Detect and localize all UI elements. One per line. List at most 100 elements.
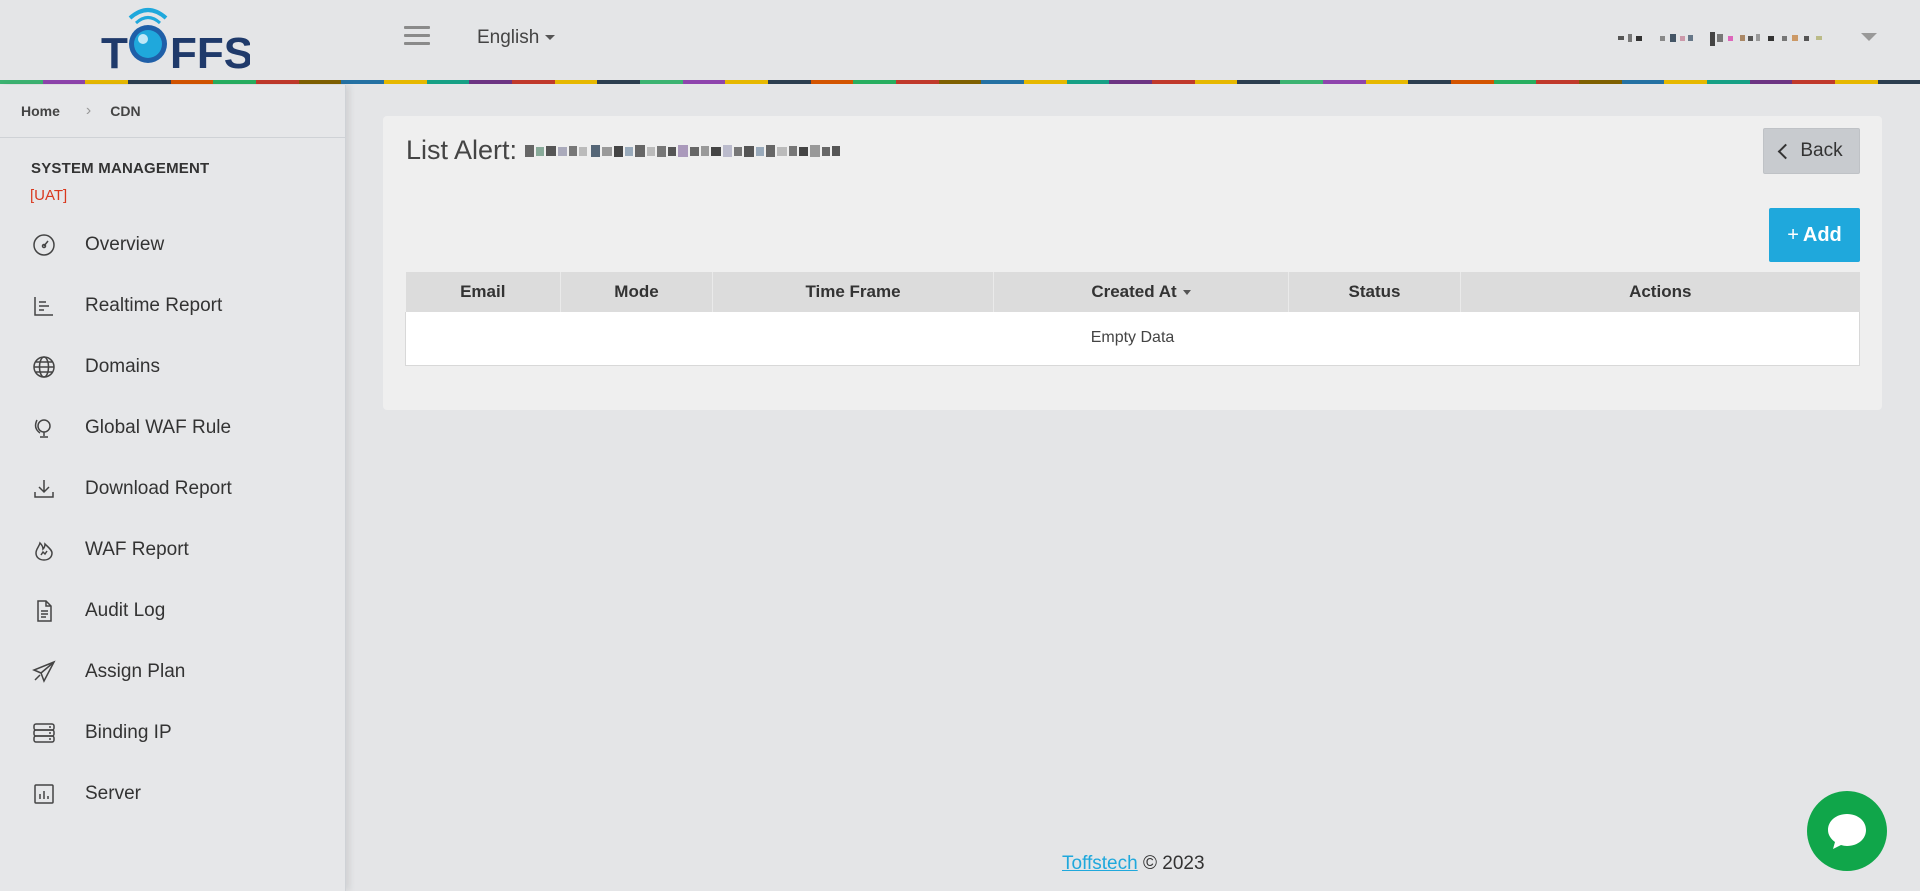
svg-text:FFS: FFS: [170, 29, 250, 74]
rainbow-segment: [896, 80, 939, 84]
rainbow-segment: [1194, 80, 1238, 84]
rainbow-segment: [1664, 80, 1707, 84]
globe-stand-icon: [31, 415, 57, 441]
download-icon: [31, 476, 57, 502]
empty-data-message: Empty Data: [405, 312, 1860, 366]
add-alert-button[interactable]: + Add: [1769, 208, 1860, 262]
sidebar-item-label: Server: [85, 782, 141, 804]
paper-plane-icon: [31, 659, 57, 685]
rainbow-segment: [1578, 80, 1622, 84]
sidebar-item-global-waf-rule[interactable]: Global WAF Rule: [0, 397, 345, 458]
chevron-left-icon: [1778, 143, 1794, 159]
fire-icon: [31, 537, 57, 563]
sidebar-item-realtime-report[interactable]: Realtime Report: [0, 275, 345, 336]
env-badge: [UAT]: [30, 187, 68, 204]
rainbow-segment: [85, 80, 129, 84]
breadcrumb-home[interactable]: Home: [21, 103, 60, 119]
redacted-domain: [525, 144, 841, 157]
chat-bubble-icon: [1828, 814, 1866, 849]
sidebar-item-label: Audit Log: [85, 599, 166, 621]
rainbow-segment: [1834, 80, 1878, 84]
page-title-text: List Alert:: [406, 135, 518, 165]
footer-link-toffstech[interactable]: Toffstech: [1062, 853, 1138, 874]
rainbow-segment: [1749, 80, 1793, 84]
dashboard-gauge-icon: [31, 232, 57, 258]
rainbow-segment: [938, 80, 982, 84]
rainbow-segment: [1152, 80, 1195, 84]
rainbow-segment: [640, 80, 683, 84]
toffs-logo[interactable]: T FFS: [100, 4, 250, 74]
sidebar-item-audit-log[interactable]: Audit Log: [0, 580, 345, 641]
rainbow-segment: [597, 80, 641, 84]
table-row: Empty Data: [405, 312, 1860, 366]
column-header-actions: Actions: [1460, 272, 1860, 312]
svg-text:T: T: [101, 29, 128, 74]
rainbow-segment: [1024, 80, 1067, 84]
breadcrumb-current: CDN: [110, 103, 141, 119]
rainbow-segment: [341, 80, 385, 84]
table-header-row: Email Mode Time Frame Created At Status …: [405, 272, 1860, 312]
user-name-redacted[interactable]: [1618, 30, 1838, 46]
column-header-status[interactable]: Status: [1288, 272, 1461, 312]
sidebar-item-label: Download Report: [85, 477, 232, 499]
rainbow-segment: [1877, 80, 1920, 84]
sidebar-item-label: Binding IP: [85, 721, 172, 743]
menu-toggle-icon[interactable]: [404, 26, 430, 50]
sidebar-item-assign-plan[interactable]: Assign Plan: [0, 641, 345, 702]
breadcrumb: Home › CDN: [0, 85, 345, 138]
sidebar-item-label: Realtime Report: [85, 294, 223, 316]
sidebar-item-waf-report[interactable]: WAF Report: [0, 519, 345, 580]
top-header: T FFS English: [0, 0, 1920, 84]
chat-button[interactable]: [1807, 791, 1887, 871]
rainbow-segment: [1450, 80, 1494, 84]
stats-chart-icon: [31, 781, 57, 807]
rainbow-segment: [1706, 80, 1750, 84]
rainbow-segment: [1493, 80, 1537, 84]
rainbow-segment: [1365, 80, 1409, 84]
user-menu-chevron-icon[interactable]: [1861, 33, 1877, 41]
language-dropdown[interactable]: English: [477, 27, 556, 49]
rainbow-segment: [1792, 80, 1835, 84]
rainbow-segment: [42, 80, 86, 84]
column-header-created-at-label: Created At: [1091, 282, 1177, 301]
sort-desc-icon: [1182, 290, 1191, 296]
sidebar-item-domains[interactable]: Domains: [0, 336, 345, 397]
sidebar-item-label: Overview: [85, 233, 165, 255]
section-title: SYSTEM MANAGEMENT: [31, 160, 210, 177]
footer: Toffstech © 2023: [1062, 853, 1205, 875]
sidebar-item-label: Assign Plan: [85, 660, 186, 682]
rainbow-segment: [981, 80, 1025, 84]
rainbow-segment: [1237, 80, 1281, 84]
language-label: English: [477, 27, 540, 48]
footer-copyright: © 2023: [1142, 853, 1205, 874]
rainbow-segment: [810, 80, 854, 84]
sidebar-item-label: Global WAF Rule: [85, 416, 232, 438]
sidebar-item-overview[interactable]: Overview: [0, 214, 345, 275]
rainbow-segment: [1621, 80, 1665, 84]
document-icon: [31, 598, 57, 624]
rainbow-segment: [0, 80, 43, 84]
rainbow-segment: [170, 80, 214, 84]
rainbow-segment: [1408, 80, 1451, 84]
sidebar-item-label: Domains: [85, 355, 160, 377]
rainbow-segment: [1066, 80, 1110, 84]
column-header-email[interactable]: Email: [405, 272, 561, 312]
rainbow-segment: [128, 80, 171, 84]
rainbow-segment: [384, 80, 427, 84]
column-header-created-at[interactable]: Created At: [993, 272, 1289, 312]
breadcrumb-separator-icon: ›: [85, 102, 92, 119]
rainbow-segment: [554, 80, 598, 84]
rainbow-segment: [256, 80, 299, 84]
back-button[interactable]: Back: [1763, 128, 1860, 174]
column-header-time-frame[interactable]: Time Frame: [712, 272, 994, 312]
rainbow-segment: [1536, 80, 1579, 84]
column-header-mode[interactable]: Mode: [560, 272, 713, 312]
sidebar-item-server[interactable]: Server: [0, 763, 345, 824]
rainbow-segment: [682, 80, 726, 84]
rainbow-segment: [469, 80, 513, 84]
rainbow-segment: [298, 80, 342, 84]
sidebar: Home › CDN SYSTEM MANAGEMENT [UAT] Overv…: [0, 85, 346, 891]
sidebar-item-download-report[interactable]: Download Report: [0, 458, 345, 519]
rainbow-segment: [1322, 80, 1366, 84]
sidebar-item-binding-ip[interactable]: Binding IP: [0, 702, 345, 763]
